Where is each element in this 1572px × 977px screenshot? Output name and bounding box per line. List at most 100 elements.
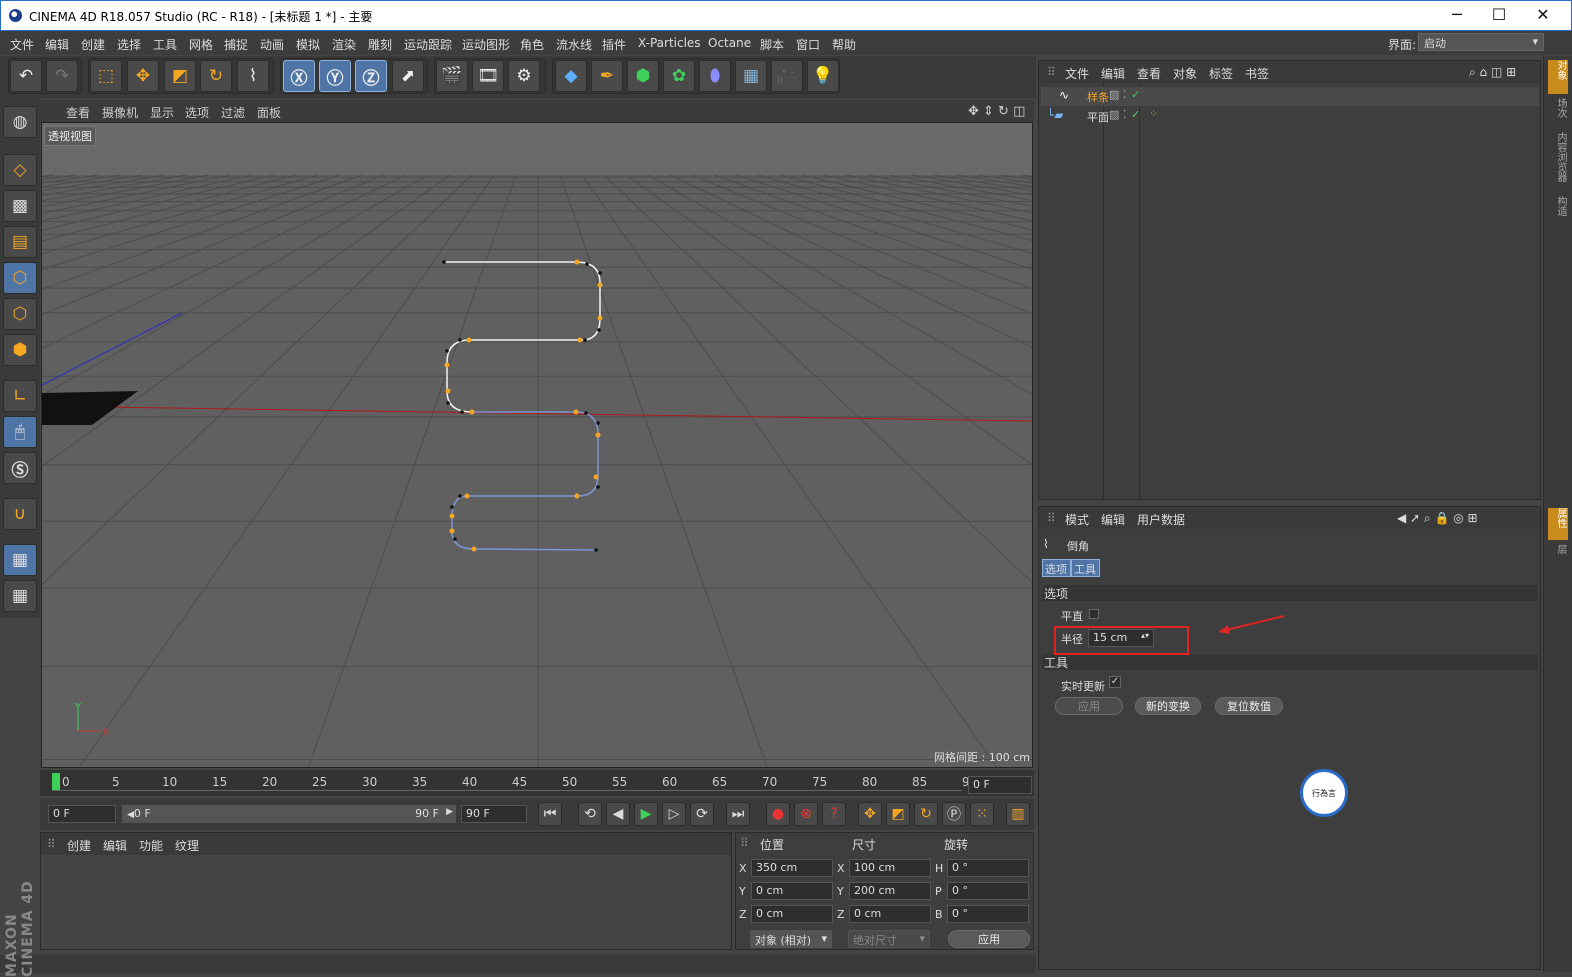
object-name-spline[interactable]: 样条	[1087, 89, 1109, 105]
rotation-field[interactable]: 0 °	[947, 882, 1029, 900]
coordinates-apply-button[interactable]: 应用	[948, 930, 1030, 948]
menu-mesh[interactable]: 网格	[189, 36, 213, 53]
key-position-icon[interactable]: ✥	[858, 802, 882, 826]
size-field[interactable]: 100 cm	[849, 859, 931, 877]
autokey-icon[interactable]: ⊗	[794, 802, 818, 826]
coordinate-system-icon[interactable]: ⬈	[392, 60, 424, 92]
frame-range-slider[interactable]: ◀0 F 90 F ▶	[122, 805, 456, 823]
menu-help[interactable]: 帮助	[832, 36, 856, 53]
size-field[interactable]: 0 cm	[849, 905, 931, 923]
reset-values-button[interactable]: 复位数值	[1215, 697, 1283, 715]
panel-grip-icon[interactable]: ⠿	[1047, 511, 1056, 525]
menu-pipeline[interactable]: 流水线	[556, 36, 592, 53]
live-selection-icon[interactable]: ⬚	[90, 60, 122, 92]
tab-layers[interactable]: 层	[1548, 544, 1568, 564]
om-menu-objects[interactable]: 对象	[1173, 65, 1197, 82]
key-rotation-icon[interactable]: ↻	[914, 802, 938, 826]
tab-content-browser[interactable]: 内容浏览器	[1548, 132, 1568, 192]
next-key-icon[interactable]: ⟳	[690, 802, 714, 826]
mat-menu-create[interactable]: 创建	[67, 837, 91, 854]
menu-character[interactable]: 角色	[520, 36, 544, 53]
panel-grip-icon[interactable]: ⠿	[1047, 65, 1056, 79]
camera-icon[interactable]: 🎥	[771, 60, 803, 92]
texture-mode-icon[interactable]: ▩	[3, 190, 37, 222]
vp-menu-panel[interactable]: 面板	[257, 104, 281, 121]
vp-menu-filter[interactable]: 过滤	[221, 104, 245, 121]
new-transform-button[interactable]: 新的变换	[1135, 697, 1201, 715]
floor-icon[interactable]: ▦	[735, 60, 767, 92]
tab-structure[interactable]: 构造	[1548, 196, 1568, 226]
menu-render[interactable]: 渲染	[332, 36, 356, 53]
pen-spline-icon[interactable]: ✒	[591, 60, 623, 92]
om-search-icon[interactable]: ⌕ ⌂ ◫ ⊞	[1469, 65, 1516, 80]
menu-file[interactable]: 文件	[10, 36, 34, 53]
vp-menu-camera[interactable]: 摄像机	[102, 104, 138, 121]
size-field[interactable]: 200 cm	[849, 882, 931, 900]
y-axis-lock-icon[interactable]: Ⓨ	[319, 60, 351, 92]
panel-grip-icon[interactable]: ⠿	[47, 837, 56, 851]
visibility-toggle-icon[interactable]: ▨ ⁚	[1109, 88, 1126, 101]
undo-icon[interactable]: ↶	[10, 60, 42, 92]
start-frame-field[interactable]: 0 F	[48, 805, 116, 823]
magnet-icon[interactable]: ∪	[3, 498, 37, 530]
x-axis-lock-icon[interactable]: Ⓧ	[283, 60, 315, 92]
go-to-end-icon[interactable]: ⏭	[726, 802, 750, 826]
subdivision-icon[interactable]: ⬢	[627, 60, 659, 92]
apply-button[interactable]: 应用	[1055, 697, 1123, 715]
workplane-mode-icon[interactable]: ▤	[3, 226, 37, 258]
perspective-viewport[interactable]: Y X	[41, 122, 1033, 768]
close-button[interactable]: ✕	[1533, 5, 1553, 25]
object-row-spline[interactable]: ∿ 样条 ▨ ⁚ ✓	[1041, 87, 1539, 106]
render-view-icon[interactable]: 🎬	[436, 60, 468, 92]
tab-tool[interactable]: 工具	[1071, 559, 1100, 577]
am-menu-userdata[interactable]: 用户数据	[1137, 511, 1185, 528]
tab-options[interactable]: 选项	[1042, 559, 1071, 577]
play-icon[interactable]: ▶	[634, 802, 658, 826]
object-row-plane[interactable]: └▰ 平面 ▨ ⁚ ✓ ⁘	[1041, 107, 1539, 126]
vp-menu-display[interactable]: 显示	[150, 104, 174, 121]
rotation-field[interactable]: 0 °	[947, 859, 1029, 877]
model-mode-icon[interactable]: ◇	[3, 154, 37, 186]
menu-xparticles[interactable]: X-Particles	[638, 36, 701, 50]
om-menu-edit[interactable]: 编辑	[1101, 65, 1125, 82]
realtime-update-checkbox[interactable]: ✓	[1109, 676, 1121, 688]
viewport-nav-icons[interactable]: ✥ ⇕ ↻ ◫	[968, 104, 1025, 119]
vp-menu-options[interactable]: 选项	[185, 104, 209, 121]
bevel-tool-icon[interactable]: ⌇	[237, 60, 269, 92]
timeline-ruler[interactable]	[40, 770, 1034, 796]
position-field[interactable]: 350 cm	[751, 859, 833, 877]
render-settings-icon[interactable]: ⚙	[508, 60, 540, 92]
object-name-plane[interactable]: 平面	[1087, 109, 1109, 125]
z-axis-lock-icon[interactable]: Ⓩ	[355, 60, 387, 92]
axis-mode-icon[interactable]: ∟	[3, 380, 37, 412]
menu-sculpt[interactable]: 雕刻	[368, 36, 392, 53]
menu-animate[interactable]: 动画	[260, 36, 284, 53]
record-icon[interactable]: ●	[766, 802, 790, 826]
tweak-mode-icon[interactable]: 🖱	[3, 416, 37, 448]
end-frame-field[interactable]: 90 F	[461, 805, 527, 823]
mat-menu-texture[interactable]: 纹理	[175, 837, 199, 854]
menu-snap[interactable]: 捕捉	[224, 36, 248, 53]
go-to-start-icon[interactable]: ⏮	[538, 802, 562, 826]
render-picture-viewer-icon[interactable]: 🎞	[472, 60, 504, 92]
scale-icon[interactable]: ◩	[164, 60, 196, 92]
cloner-icon[interactable]: ✿	[663, 60, 695, 92]
layout-dropdown[interactable]: 启动 ▾	[1418, 33, 1544, 51]
deformer-icon[interactable]: ⬮	[699, 60, 731, 92]
keyframe-selection-icon[interactable]: ?	[822, 802, 846, 826]
om-menu-tags[interactable]: 标签	[1209, 65, 1233, 82]
size-mode-dropdown[interactable]: 绝对尺寸 ▾	[848, 930, 930, 948]
menu-select[interactable]: 选择	[117, 36, 141, 53]
menu-window[interactable]: 窗口	[796, 36, 820, 53]
om-menu-view[interactable]: 查看	[1137, 65, 1161, 82]
prev-frame-icon[interactable]: ◀	[606, 802, 630, 826]
menu-plugins[interactable]: 插件	[602, 36, 626, 53]
mat-menu-edit[interactable]: 编辑	[103, 837, 127, 854]
menu-octane[interactable]: Octane	[708, 36, 751, 50]
am-menu-edit[interactable]: 编辑	[1101, 511, 1125, 528]
enabled-check-icon[interactable]: ✓	[1131, 108, 1140, 121]
vp-menu-view[interactable]: 查看	[66, 104, 90, 121]
polygons-mode-icon[interactable]: ⬢	[3, 334, 37, 366]
points-mode-icon[interactable]: ⬡	[3, 262, 37, 294]
key-pla-icon[interactable]: ⁙	[970, 802, 994, 826]
